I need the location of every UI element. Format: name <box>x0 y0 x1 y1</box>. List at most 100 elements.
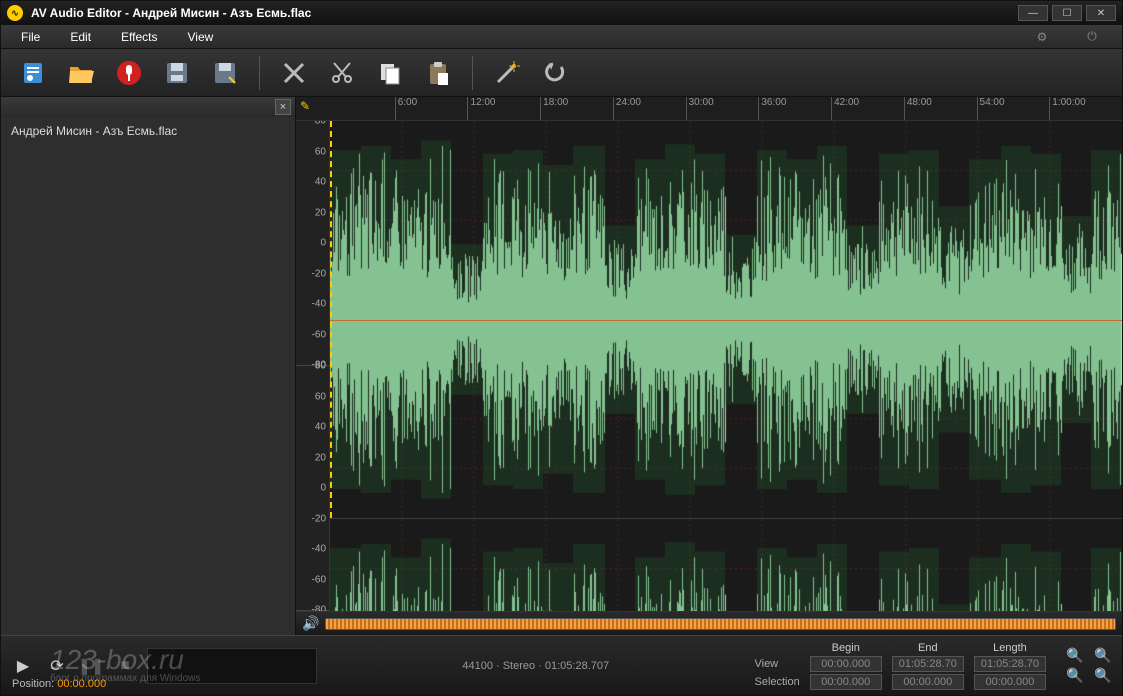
yaxis-label: 0 <box>320 483 326 494</box>
titlebar: ∿ AV Audio Editor - Андрей Мисин - Азъ Е… <box>1 1 1122 25</box>
paste-button[interactable] <box>416 55 460 91</box>
sidebar-header: × <box>1 97 295 117</box>
overview-track[interactable] <box>325 618 1116 630</box>
timeline-tick: 30:00 <box>686 97 714 120</box>
speaker-icon[interactable]: 🔊 <box>302 615 319 632</box>
grid-header-begin: Begin <box>810 642 882 654</box>
yaxis-label: 0 <box>320 238 326 249</box>
view-end-value[interactable]: 01:05:28.70 <box>892 656 964 672</box>
copy-button[interactable] <box>368 55 412 91</box>
yaxis-label: 60 <box>315 391 326 402</box>
zoom-in-h-button[interactable]: 🔍 <box>1064 647 1086 665</box>
timeline-tick: 42:00 <box>831 97 859 120</box>
transport-controls: ▶ ⟳ ❚❚ ■ <box>9 652 139 680</box>
timeline-tick: 6:00 <box>395 97 417 120</box>
zoom-out-h-button[interactable]: 🔍 <box>1092 647 1114 665</box>
zoom-in-v-button[interactable]: 🔍 <box>1064 667 1086 685</box>
view-length-value[interactable]: 01:05:28.70 <box>974 656 1046 672</box>
menubar: File Edit Effects View ⚙ ⏻ <box>1 25 1122 49</box>
position-label-text: Position: <box>12 678 54 690</box>
menu-file[interactable]: File <box>21 30 40 44</box>
zero-line <box>330 320 1122 321</box>
timeline-ruler[interactable]: ✎ 6:00 12:00 18:00 24:00 30:00 36:00 42:00 48:0… <box>296 97 1122 121</box>
power-icon[interactable]: ⏻ <box>1082 27 1102 47</box>
yaxis-label: -60 <box>312 574 326 585</box>
waveform-left-channel[interactable] <box>330 121 1122 519</box>
file-list-item[interactable]: Андрей Мисин - Азъ Есмь.flac <box>5 121 291 141</box>
yaxis-label: 20 <box>315 452 326 463</box>
minimize-button[interactable]: — <box>1018 5 1048 21</box>
position-value: 00:00.000 <box>57 678 106 690</box>
grid-header-length: Length <box>974 642 1046 654</box>
save-button[interactable] <box>155 55 199 91</box>
timeline-tick: 12:00 <box>467 97 495 120</box>
zoom-out-v-button[interactable]: 🔍 <box>1092 667 1114 685</box>
yaxis-label: -20 <box>312 513 326 524</box>
editor-main: ✎ 6:00 12:00 18:00 24:00 30:00 36:00 42:00 48:0… <box>296 97 1122 635</box>
record-button[interactable] <box>107 55 151 91</box>
grid-header-end: End <box>892 642 964 654</box>
play-button[interactable]: ▶ <box>9 652 37 680</box>
menu-effects[interactable]: Effects <box>121 30 157 44</box>
file-list[interactable]: Андрей Мисин - Азъ Есмь.flac <box>1 117 295 635</box>
scissors-button[interactable] <box>320 55 364 91</box>
toolbar <box>1 49 1122 97</box>
timeline-tick: 48:00 <box>904 97 932 120</box>
timeline-tick: 54:00 <box>977 97 1005 120</box>
amplitude-axis: 806040200-20-40-60-80 806040200-20-40-60… <box>296 121 330 611</box>
selection-end-value[interactable]: 00:00.000 <box>892 674 964 690</box>
save-as-button[interactable] <box>203 55 247 91</box>
app-logo-icon: ∿ <box>7 5 23 21</box>
open-folder-button[interactable] <box>59 55 103 91</box>
waveform-area: 806040200-20-40-60-80 806040200-20-40-60… <box>296 121 1122 611</box>
yaxis-label: -40 <box>312 299 326 310</box>
close-button[interactable]: ✕ <box>1086 5 1116 21</box>
sidebar: × Андрей Мисин - Азъ Есмь.flac <box>1 97 296 635</box>
undo-button[interactable] <box>533 55 577 91</box>
yaxis-label: -20 <box>312 268 326 279</box>
pencil-tool-icon[interactable]: ✎ <box>300 99 318 117</box>
yaxis-label: -60 <box>312 329 326 340</box>
menu-edit[interactable]: Edit <box>70 30 91 44</box>
menu-view[interactable]: View <box>188 30 214 44</box>
position-readout: Position: 00:00.000 <box>12 678 106 690</box>
selection-length-value[interactable]: 00:00.000 <box>974 674 1046 690</box>
effects-wand-button[interactable] <box>485 55 529 91</box>
yaxis-label: 40 <box>315 177 326 188</box>
status-format-text: 44100 · Stereo · 01:05:28.707 <box>325 660 746 672</box>
yaxis-label: 80 <box>315 121 326 127</box>
overview-minimap: 🔊 <box>296 611 1122 635</box>
main-window: ∿ AV Audio Editor - Андрей Мисин - Азъ Е… <box>0 0 1123 696</box>
statusbar: ▶ ⟳ ❚❚ ■ 44100 · Stereo · 01:05:28.707 B… <box>1 635 1122 695</box>
yaxis-label: -80 <box>312 605 326 612</box>
view-begin-value[interactable]: 00:00.000 <box>810 656 882 672</box>
yaxis-label: -40 <box>312 544 326 555</box>
waveform-right-channel[interactable] <box>330 519 1122 611</box>
timeline-tick: 36:00 <box>758 97 786 120</box>
timeline-tick: 24:00 <box>613 97 641 120</box>
maximize-button[interactable]: ☐ <box>1052 5 1082 21</box>
new-file-button[interactable] <box>11 55 55 91</box>
loop-button[interactable]: ⟳ <box>43 652 71 680</box>
toolbar-separator <box>259 56 260 90</box>
yaxis-label: 80 <box>315 361 326 372</box>
time-ruler[interactable]: 6:00 12:00 18:00 24:00 30:00 36:00 42:00 48:00 5… <box>322 97 1122 120</box>
toolbar-separator <box>472 56 473 90</box>
timeline-tick: 18:00 <box>540 97 568 120</box>
waveform-channels[interactable] <box>330 121 1122 611</box>
timeline-tick: 1:00:00 <box>1049 97 1085 120</box>
vu-meter <box>147 648 317 684</box>
cut-crossed-button[interactable] <box>272 55 316 91</box>
sidebar-close-button[interactable]: × <box>275 99 291 115</box>
selection-info-grid: Begin End Length View 00:00.000 01:05:28… <box>754 642 1046 690</box>
settings-gear-icon[interactable]: ⚙ <box>1032 27 1052 47</box>
body: × Андрей Мисин - Азъ Есмь.flac ✎ 6:00 12:… <box>1 97 1122 635</box>
yaxis-label: 40 <box>315 422 326 433</box>
stop-button[interactable]: ■ <box>111 652 139 680</box>
yaxis-label: 20 <box>315 207 326 218</box>
zoom-controls: 🔍 🔍 🔍 🔍 <box>1064 647 1114 685</box>
grid-row-selection-label: Selection <box>754 676 799 688</box>
selection-begin-value[interactable]: 00:00.000 <box>810 674 882 690</box>
pause-button[interactable]: ❚❚ <box>77 652 105 680</box>
grid-row-view-label: View <box>754 658 799 670</box>
